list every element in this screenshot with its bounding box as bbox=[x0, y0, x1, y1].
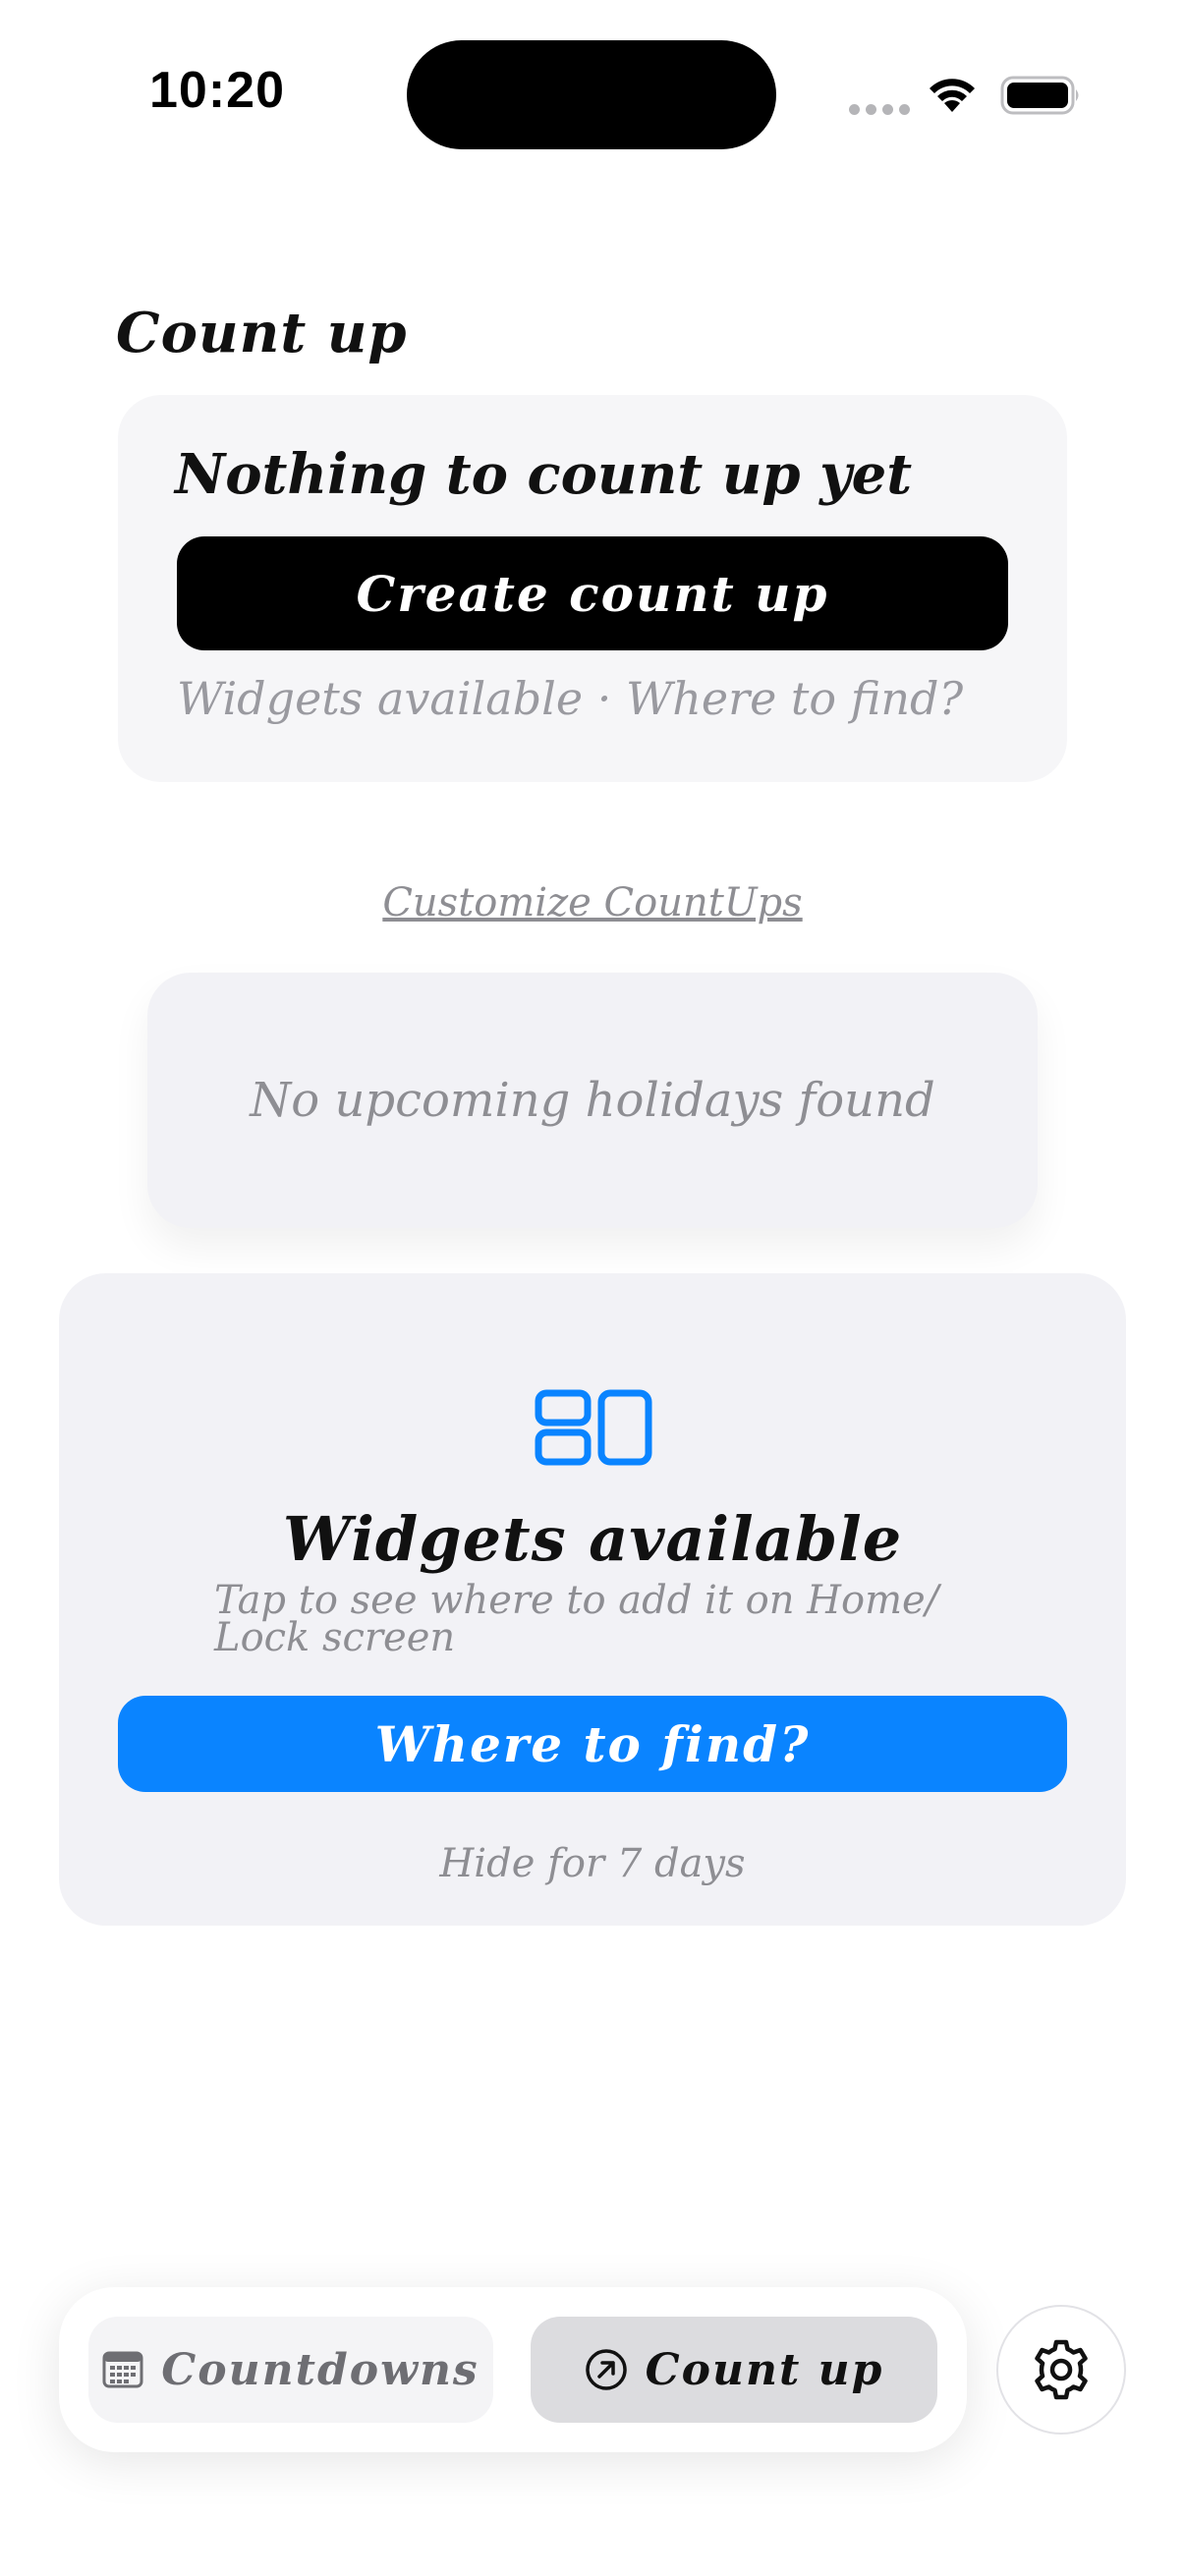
cellular-signal-icon bbox=[849, 104, 910, 115]
battery-icon bbox=[1000, 76, 1079, 115]
widget-promo-title: Widgets available bbox=[282, 1503, 903, 1575]
hide-for-7-days-button[interactable]: Hide for 7 days bbox=[59, 1841, 1126, 1886]
widgets-hint-link[interactable]: Widgets available · Where to find? bbox=[177, 672, 963, 725]
empty-title: Nothing to count up yet bbox=[175, 442, 913, 507]
status-time: 10:20 bbox=[149, 62, 285, 119]
empty-countup-card: Nothing to count up yet Create count up … bbox=[118, 395, 1067, 782]
screen: 10:20 Count up Nothing to count up yet C… bbox=[0, 0, 1185, 2576]
page-title: Count up bbox=[116, 301, 408, 365]
tab-countup-label: Count up bbox=[645, 2344, 884, 2395]
holidays-empty-message: No upcoming holidays found bbox=[250, 1073, 935, 1128]
holidays-card: No upcoming holidays found bbox=[147, 973, 1038, 1228]
arrow-up-right-circle-icon bbox=[585, 2349, 627, 2390]
widgets-icon bbox=[535, 1389, 652, 1466]
widget-promo-card: Widgets available Tap to see where to ad… bbox=[59, 1273, 1126, 1926]
tab-bar: Countdowns Count up bbox=[59, 2287, 967, 2452]
tab-countup[interactable]: Count up bbox=[531, 2317, 937, 2423]
calendar-icon bbox=[102, 2351, 143, 2388]
tab-countdowns-label: Countdowns bbox=[161, 2344, 480, 2395]
settings-button[interactable] bbox=[996, 2305, 1126, 2435]
tab-countdowns[interactable]: Countdowns bbox=[88, 2317, 493, 2423]
customize-countups-link[interactable]: Customize CountUps bbox=[0, 880, 1185, 925]
wifi-icon bbox=[930, 79, 975, 112]
where-to-find-button[interactable]: Where to find? bbox=[118, 1696, 1067, 1792]
widget-promo-description: Tap to see where to add it on Home/ Lock… bbox=[214, 1578, 939, 1660]
create-countup-button[interactable]: Create count up bbox=[177, 536, 1008, 650]
gear-icon bbox=[1035, 2339, 1088, 2400]
dynamic-island bbox=[407, 40, 776, 149]
